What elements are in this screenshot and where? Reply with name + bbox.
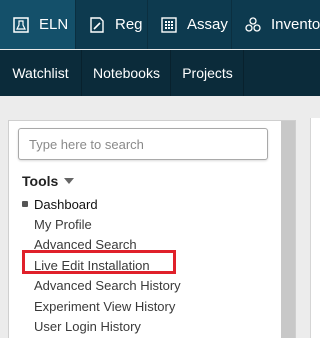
tab-reg[interactable]: Reg [77, 0, 148, 49]
tools-heading-label: Tools [22, 173, 59, 189]
tools-heading[interactable]: Tools [22, 173, 75, 189]
tool-label: Experiment View History [34, 298, 176, 314]
tool-label: My Profile [34, 217, 92, 233]
square-bullet-icon [22, 201, 28, 207]
tool-advanced-search-history[interactable]: Advanced Search History [22, 276, 181, 296]
tab-inventory[interactable]: Invento [233, 0, 320, 49]
tool-label: Advanced Search History [34, 278, 181, 294]
tab-label: Invento [271, 16, 320, 33]
search-input[interactable] [18, 128, 268, 160]
flask-book-icon [11, 15, 31, 35]
tab-assay[interactable]: Assay [149, 0, 232, 49]
tab-eln[interactable]: ELN [0, 0, 76, 49]
tab-watchlist[interactable]: Watchlist [0, 50, 82, 96]
tab-label: Reg [115, 16, 143, 33]
tab-projects[interactable]: Projects [172, 50, 244, 96]
tool-label: Dashboard [34, 196, 98, 212]
sub-nav-bar: Watchlist Notebooks Projects [0, 50, 320, 96]
tool-experiment-view-history[interactable]: Experiment View History [22, 296, 181, 316]
caret-down-icon [64, 178, 75, 184]
tab-label: Assay [187, 16, 228, 33]
register-pen-icon [87, 15, 107, 35]
main-panel-edge [310, 118, 320, 338]
sidebar-scrollbar[interactable] [281, 121, 295, 338]
top-nav-bar: ELN Reg Assay Invento [0, 0, 320, 49]
tool-user-login-history[interactable]: User Login History [22, 316, 181, 336]
calculator-grid-icon [159, 15, 179, 35]
molecule-cluster-icon [243, 15, 263, 35]
highlight-box [22, 250, 176, 274]
tab-notebooks[interactable]: Notebooks [83, 50, 171, 96]
tool-dashboard[interactable]: Dashboard [22, 194, 181, 214]
tool-label: User Login History [34, 319, 141, 335]
tab-label: ELN [39, 16, 69, 33]
tool-my-profile[interactable]: My Profile [22, 214, 181, 234]
